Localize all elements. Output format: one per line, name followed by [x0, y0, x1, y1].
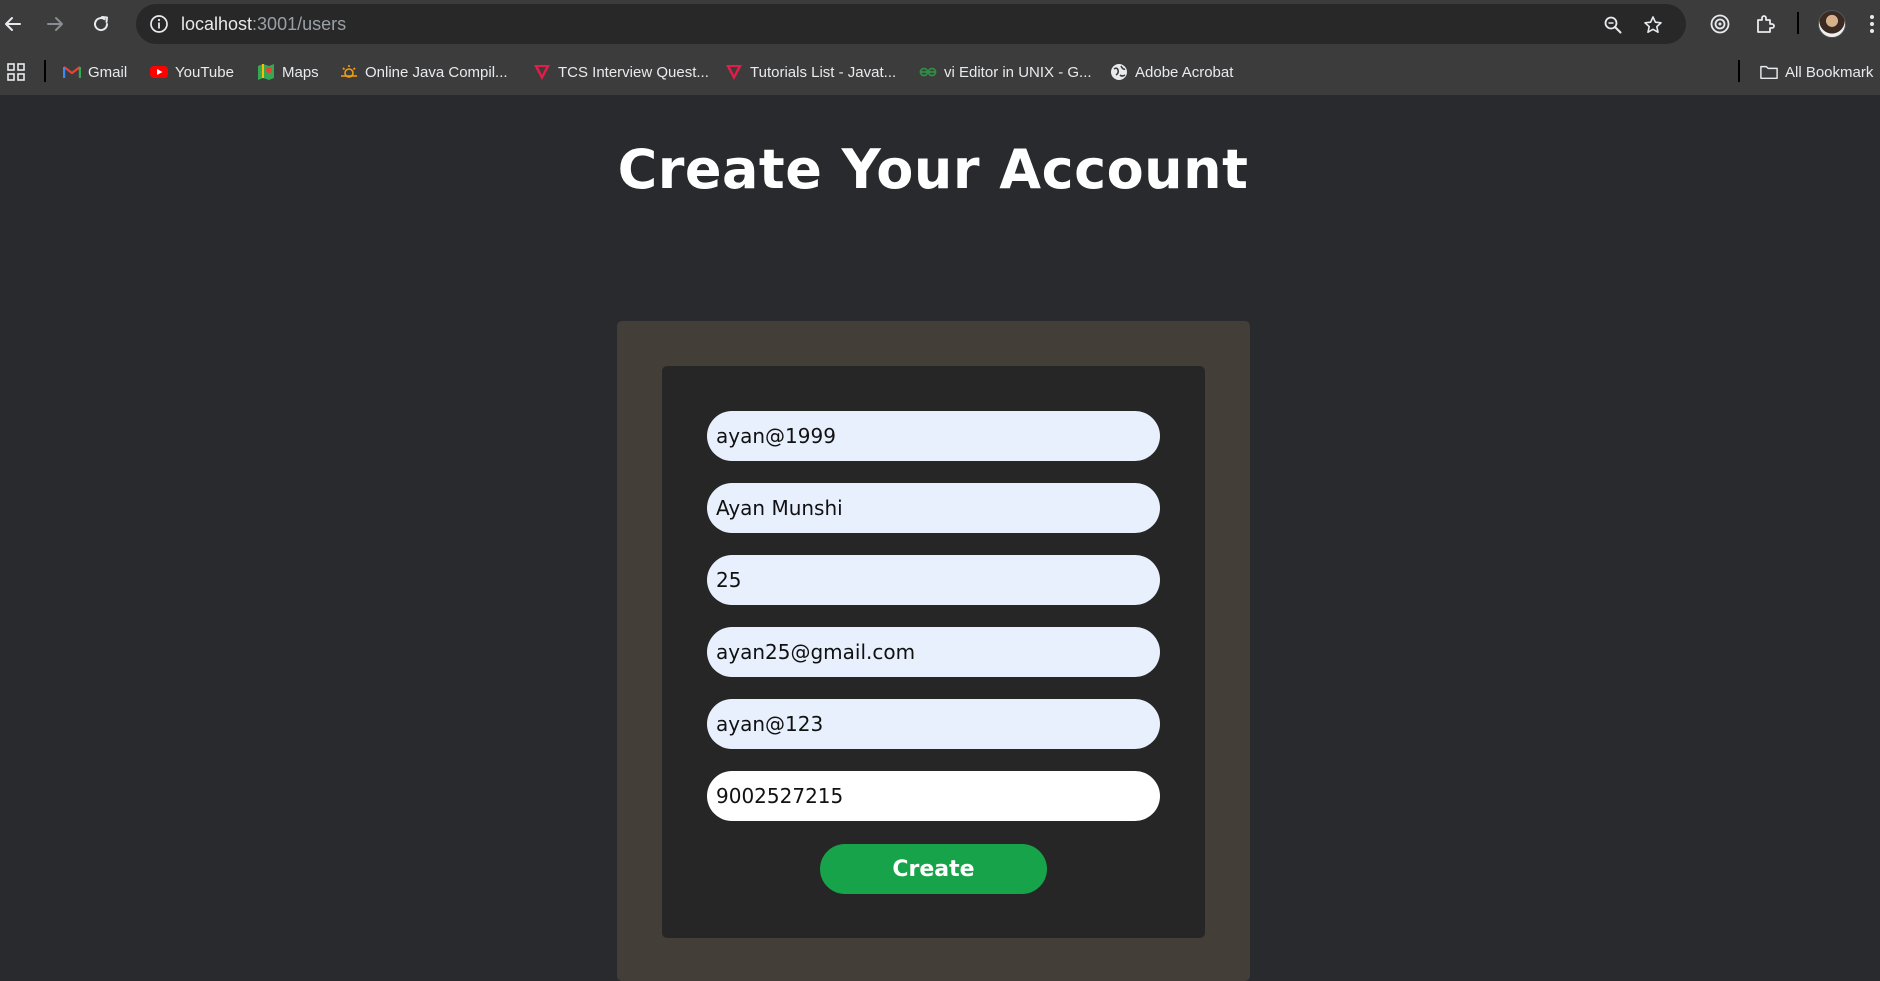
signup-form: Create — [662, 366, 1205, 938]
tcs-icon — [533, 63, 551, 81]
maps-icon — [257, 63, 275, 81]
bookmark-gmail[interactable]: Gmail — [63, 60, 127, 84]
reload-button[interactable] — [88, 12, 114, 36]
url-host: localhost — [181, 14, 253, 34]
gmail-icon — [63, 63, 81, 81]
bookmark-label: Maps — [282, 63, 319, 81]
javatpoint-icon — [725, 63, 743, 81]
kebab-menu-icon[interactable] — [1864, 10, 1880, 38]
apps-grid-icon — [7, 63, 25, 81]
bookmark-maps[interactable]: Maps — [257, 60, 319, 84]
form-outer-card: Create — [617, 321, 1250, 981]
toolbar-divider — [1797, 12, 1799, 34]
geeksforgeeks-icon — [919, 63, 937, 81]
bookmark-label: TCS Interview Quest... — [558, 63, 709, 81]
bookmark-tcs-interview[interactable]: TCS Interview Quest... — [533, 60, 709, 84]
bookmark-label: vi Editor in UNIX - G... — [944, 63, 1092, 81]
star-icon[interactable] — [1642, 14, 1664, 36]
compiler-icon — [340, 63, 358, 81]
google-lens-icon[interactable] — [1706, 10, 1734, 38]
bookmark-adobe-acrobat[interactable]: Adobe Acrobat — [1110, 60, 1233, 84]
folder-icon — [1760, 63, 1778, 81]
youtube-icon — [150, 63, 168, 81]
avatar[interactable] — [1818, 10, 1846, 38]
bookmark-label: YouTube — [175, 63, 234, 81]
bookmarks-divider — [44, 60, 46, 82]
back-button[interactable] — [0, 12, 26, 36]
phone-field[interactable] — [707, 771, 1160, 821]
url-path: :3001/users — [252, 14, 347, 34]
bookmark-label: Gmail — [88, 63, 128, 81]
email-field[interactable] — [707, 627, 1160, 677]
arrow-right-icon — [47, 17, 63, 31]
bookmark-tutorials-list[interactable]: Tutorials List - Javat... — [725, 60, 896, 84]
bookmark-online-java-compiler[interactable]: Online Java Compil... — [340, 60, 508, 84]
page-title: Create Your Account — [617, 138, 1249, 201]
create-button[interactable]: Create — [820, 844, 1047, 894]
bookmark-label: Adobe Acrobat — [1135, 63, 1234, 81]
url-text[interactable]: localhost:3001/users — [181, 14, 346, 35]
arrow-left-icon — [5, 17, 21, 31]
age-field[interactable] — [707, 555, 1160, 605]
page-body: Create Your Account Create — [0, 96, 1880, 981]
apps-button[interactable] — [6, 60, 26, 84]
all-bookmarks-button[interactable]: All Bookmark — [1760, 60, 1873, 84]
full-name-field[interactable] — [707, 483, 1160, 533]
browser-toolbar: localhost:3001/users — [0, 0, 1880, 48]
globe-icon — [1110, 63, 1128, 81]
bookmarks-divider-right — [1738, 60, 1740, 82]
bookmark-label: Online Java Compil... — [365, 63, 508, 81]
magnifier-icon[interactable] — [1602, 14, 1624, 36]
bookmarks-bar: Gmail YouTube Maps Online Java Compil...… — [0, 48, 1880, 96]
puzzle-icon[interactable] — [1751, 10, 1779, 38]
bookmark-label: Tutorials List - Javat... — [750, 63, 897, 81]
all-bookmarks-label: All Bookmark — [1785, 63, 1874, 81]
bookmark-youtube[interactable]: YouTube — [150, 60, 234, 84]
address-bar[interactable]: localhost:3001/users — [136, 4, 1686, 44]
info-icon[interactable] — [148, 13, 170, 35]
password-field[interactable] — [707, 699, 1160, 749]
bookmark-vi-editor[interactable]: vi Editor in UNIX - G... — [919, 60, 1092, 84]
username-field[interactable] — [707, 411, 1160, 461]
reload-icon — [94, 16, 109, 32]
forward-button[interactable] — [42, 12, 68, 36]
